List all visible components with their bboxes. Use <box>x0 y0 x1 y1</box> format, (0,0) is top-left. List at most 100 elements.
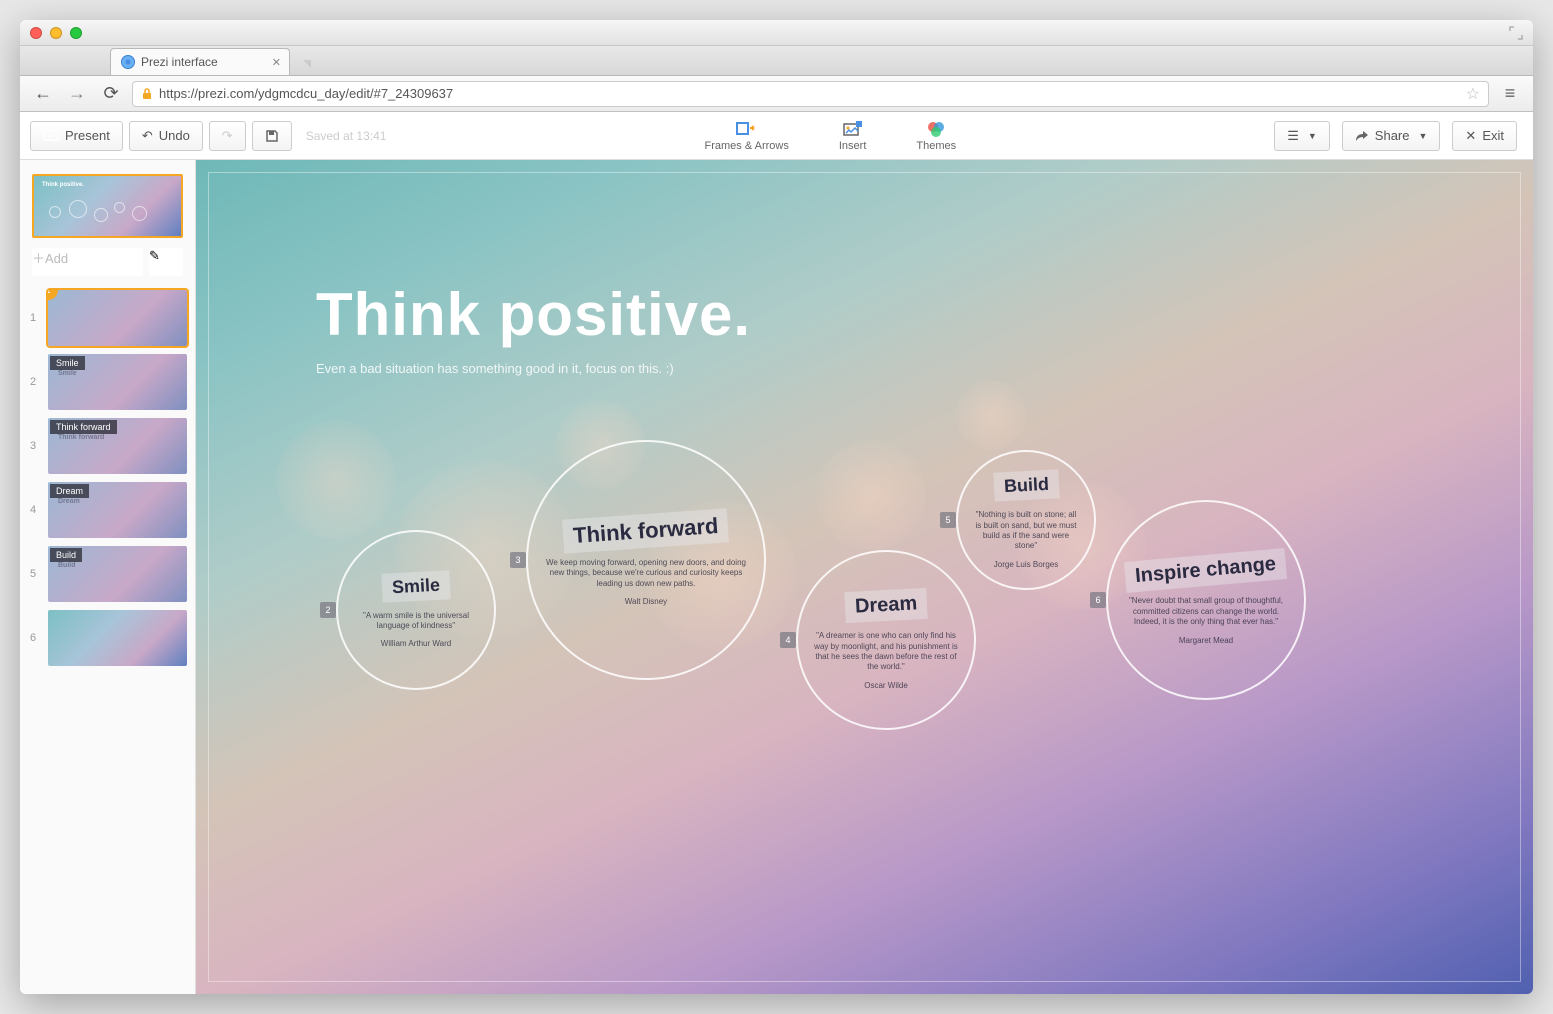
present-label: Present <box>65 128 110 143</box>
nav-forward-button[interactable]: → <box>64 81 90 107</box>
chevron-down-icon: ▼ <box>1308 131 1317 141</box>
save-button[interactable] <box>252 121 292 151</box>
settings-button[interactable]: ☰▼ <box>1274 121 1330 151</box>
path-item[interactable]: 1 1 <box>20 286 195 350</box>
canvas-title: Think positive. <box>316 280 751 349</box>
plus-icon: ＋ <box>32 251 45 266</box>
title-block[interactable]: Think positive. Even a bad situation has… <box>316 280 751 376</box>
canvas-subtitle: Even a bad situation has something good … <box>316 361 751 376</box>
save-icon <box>265 129 279 143</box>
window-close-button[interactable] <box>30 27 42 39</box>
frames-icon <box>736 120 758 138</box>
url-field[interactable]: https://prezi.com/ydgmcdcu_day/edit/#7_2… <box>132 81 1489 107</box>
window-titlebar <box>20 20 1533 46</box>
themes-button[interactable]: Themes <box>916 120 956 152</box>
bubble-author: Walt Disney <box>625 597 667 606</box>
bubble-quote: "Nothing is built on stone; all is built… <box>958 510 1094 552</box>
bubble-title: Build <box>993 470 1059 502</box>
share-icon <box>1355 130 1369 142</box>
bubble-title: Inspire change <box>1124 548 1287 593</box>
bubble-quote: "Never doubt that small group of thought… <box>1108 596 1304 627</box>
bubble-title: Smile <box>381 570 450 603</box>
main-area: Think positive. ＋Add ✎ 1 1 2 <box>20 160 1533 994</box>
frames-arrows-button[interactable]: Frames & Arrows <box>705 120 789 152</box>
path-number: 1 <box>24 312 42 324</box>
browser-menu-button[interactable]: ≡ <box>1497 81 1523 107</box>
insert-button[interactable]: Insert <box>839 120 867 152</box>
bubble-author: Margaret Mead <box>1179 636 1233 645</box>
bubble-think-forward[interactable]: 3 Think forward We keep moving forward, … <box>526 440 766 680</box>
browser-url-bar: ← → ⟳ https://prezi.com/ydgmcdcu_day/edi… <box>20 76 1533 112</box>
bubble-number: 4 <box>780 632 796 648</box>
path-list: 1 1 2 SmileSmile 3 Think forwardThink fo… <box>20 286 195 670</box>
bubble-author: William Arthur Ward <box>381 639 451 648</box>
exit-button[interactable]: ✕ Exit <box>1452 121 1517 151</box>
path-item[interactable]: 5 BuildBuild <box>20 542 195 606</box>
bubble-quote: "A warm smile is the universal language … <box>338 611 494 632</box>
path-thumb[interactable]: 1 <box>48 290 187 346</box>
canvas[interactable]: Think positive. Even a bad situation has… <box>196 160 1533 994</box>
share-button[interactable]: Share ▼ <box>1342 121 1441 151</box>
bubble-dream[interactable]: 4 Dream "A dreamer is one who can only f… <box>796 550 976 730</box>
window-maximize-button[interactable] <box>70 27 82 39</box>
thumb-label: Dream <box>50 484 89 498</box>
browser-tab[interactable]: Prezi interface ✕ <box>110 48 290 75</box>
bubble-author: Jorge Luis Borges <box>994 560 1058 569</box>
path-thumb[interactable]: SmileSmile <box>48 354 187 410</box>
path-item[interactable]: 4 DreamDream <box>20 478 195 542</box>
themes-label: Themes <box>916 140 956 152</box>
path-number: 6 <box>24 632 42 644</box>
bubble-title: Think forward <box>562 508 729 553</box>
toolbar-center: Frames & Arrows Insert Themes <box>705 120 957 152</box>
settings-icon: ☰ <box>1287 128 1299 144</box>
path-thumb[interactable]: Think forwardThink forward <box>48 418 187 474</box>
path-item[interactable]: 6 <box>20 606 195 670</box>
undo-arrow-icon: ↶ <box>142 128 153 144</box>
bookmark-star-icon[interactable]: ☆ <box>1466 84 1480 104</box>
new-tab-button[interactable] <box>296 53 318 75</box>
lock-icon <box>141 88 153 100</box>
bubble-quote: "A dreamer is one who can only find his … <box>798 631 974 673</box>
redo-button[interactable]: ↷ <box>209 121 246 151</box>
bubble-author: Oscar Wilde <box>864 681 908 690</box>
chevron-down-icon: ▼ <box>1419 131 1428 141</box>
add-label: Add <box>45 251 68 266</box>
tab-title: Prezi interface <box>141 55 218 69</box>
url-text: https://prezi.com/ydgmcdcu_day/edit/#7_2… <box>159 86 453 101</box>
overview-thumbnail[interactable]: Think positive. <box>32 174 183 238</box>
bubble-quote: We keep moving forward, opening new door… <box>528 558 764 589</box>
present-button[interactable]: Present <box>30 121 123 151</box>
window-expand-icon[interactable] <box>1509 26 1523 40</box>
nav-reload-button[interactable]: ⟳ <box>98 81 124 107</box>
path-thumb[interactable]: DreamDream <box>48 482 187 538</box>
tab-close-icon[interactable]: ✕ <box>272 56 281 69</box>
bubble-smile[interactable]: 2 Smile "A warm smile is the universal l… <box>336 530 496 690</box>
window-minimize-button[interactable] <box>50 27 62 39</box>
browser-window: Prezi interface ✕ ← → ⟳ https://prezi.co… <box>20 20 1533 994</box>
path-number: 4 <box>24 504 42 516</box>
insert-label: Insert <box>839 140 867 152</box>
path-thumb[interactable]: BuildBuild <box>48 546 187 602</box>
present-icon <box>43 130 59 142</box>
bubble-inspire-change[interactable]: 6 Inspire change "Never doubt that small… <box>1106 500 1306 700</box>
frames-label: Frames & Arrows <box>705 140 789 152</box>
bubble-number: 6 <box>1090 592 1106 608</box>
path-number: 5 <box>24 568 42 580</box>
path-thumb[interactable] <box>48 610 187 666</box>
tab-favicon <box>121 55 135 69</box>
add-path-button[interactable]: ＋Add <box>32 248 143 276</box>
pencil-icon: ✎ <box>149 248 160 263</box>
app-toolbar: Present ↶ Undo ↷ Saved at 13:41 Frames &… <box>20 112 1533 160</box>
path-number: 2 <box>24 376 42 388</box>
undo-button[interactable]: ↶ Undo <box>129 121 203 151</box>
bubble-number: 3 <box>510 552 526 568</box>
exit-label: Exit <box>1482 128 1504 143</box>
overview-mini-title: Think positive. <box>42 182 84 188</box>
nav-back-button[interactable]: ← <box>30 81 56 107</box>
saved-status: Saved at 13:41 <box>306 129 387 143</box>
path-item[interactable]: 3 Think forwardThink forward <box>20 414 195 478</box>
bubble-build[interactable]: 5 Build "Nothing is built on stone; all … <box>956 450 1096 590</box>
path-sidebar: Think positive. ＋Add ✎ 1 1 2 <box>20 160 196 994</box>
edit-path-button[interactable]: ✎ <box>149 248 183 276</box>
path-item[interactable]: 2 SmileSmile <box>20 350 195 414</box>
